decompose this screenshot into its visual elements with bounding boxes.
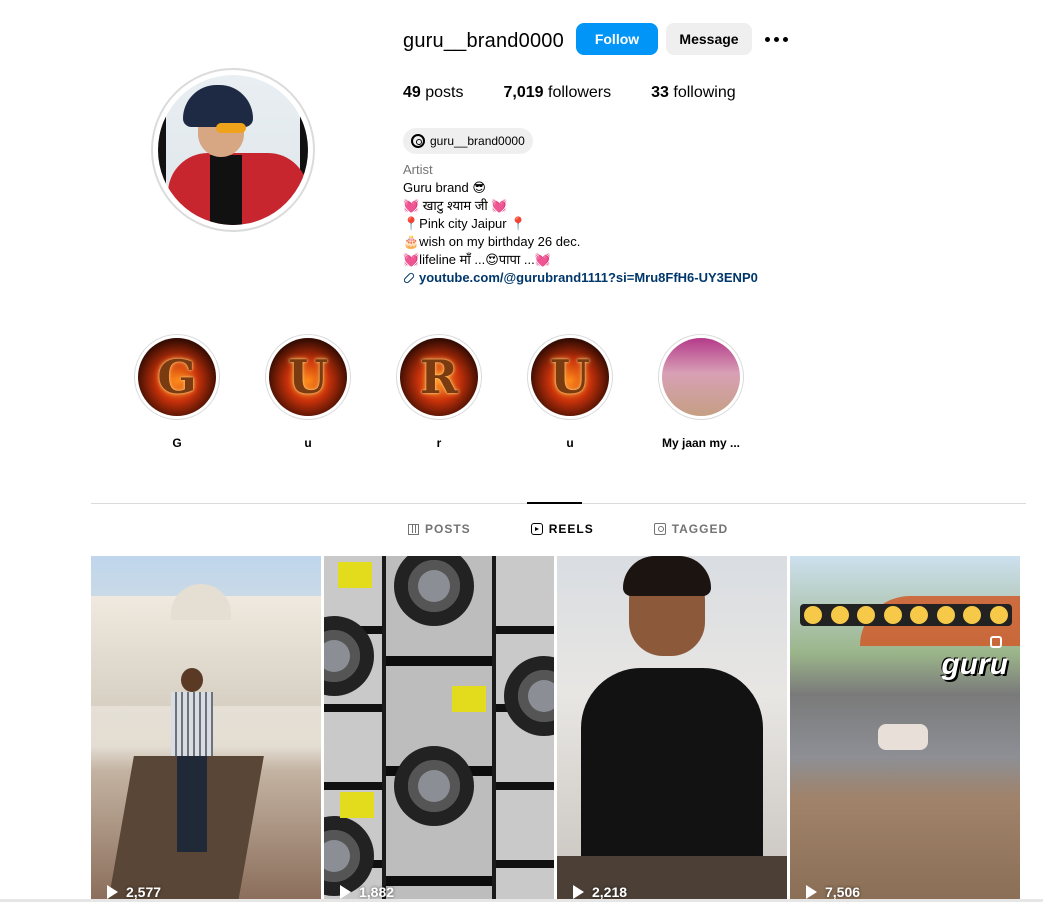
reel-overlay-text: guru xyxy=(941,648,1008,681)
follow-button[interactable]: Follow xyxy=(576,23,658,55)
highlight-cover: G xyxy=(138,338,216,416)
tab-reels[interactable]: REELS xyxy=(530,522,594,536)
highlight-cover: U xyxy=(269,338,347,416)
bio-line: Guru brand 😎 xyxy=(403,180,486,195)
profile-bio: Artist Guru brand 😎 💓 खाटु श्याम जी 💓 📍P… xyxy=(402,161,758,287)
highlight-cover xyxy=(662,338,740,416)
highlight-label: r xyxy=(436,436,442,450)
active-tab-indicator xyxy=(527,502,582,504)
threads-icon xyxy=(411,134,425,148)
posts-count: 49 posts xyxy=(403,84,464,101)
highlight-item[interactable]: R r xyxy=(393,334,485,450)
reel-view-count: 1,882 xyxy=(340,884,394,900)
highlight-item[interactable]: U u xyxy=(262,334,354,450)
tab-posts[interactable]: POSTS xyxy=(408,522,471,536)
tab-tagged[interactable]: TAGGED xyxy=(653,522,728,536)
avatar-image xyxy=(158,75,308,225)
profile-avatar[interactable] xyxy=(151,68,315,232)
emoji-banner xyxy=(800,604,1012,626)
bio-link[interactable]: youtube.com/@gurubrand1111?si=Mru8FfH6-U… xyxy=(402,269,758,287)
highlight-label: G xyxy=(172,436,182,450)
highlight-label: u xyxy=(304,436,312,450)
profile-username: guru__brand0000 xyxy=(403,30,564,52)
tagged-icon xyxy=(653,523,666,535)
play-icon xyxy=(806,885,817,899)
reel-thumbnail[interactable]: guru 7,506 xyxy=(790,556,1020,902)
story-highlights: G G U u R r U u My jaan my ... xyxy=(131,334,786,450)
play-icon xyxy=(340,885,351,899)
threads-badge[interactable]: guru__brand0000 xyxy=(403,128,533,154)
link-icon xyxy=(402,271,416,285)
reel-thumbnail[interactable]: 2,577 xyxy=(91,556,321,902)
reel-view-count: 2,218 xyxy=(573,884,627,900)
instagram-icon xyxy=(990,636,1002,648)
reel-view-count: 7,506 xyxy=(806,884,860,900)
bio-line: 💓lifeline माँ ...😍पापा ...💓 xyxy=(403,252,551,267)
reel-thumbnail[interactable]: 1,882 xyxy=(324,556,554,902)
reel-view-count: 2,577 xyxy=(107,884,161,900)
bio-line: 📍Pink city Jaipur 📍 xyxy=(403,216,527,231)
threads-handle: guru__brand0000 xyxy=(430,134,525,148)
highlight-item[interactable]: U u xyxy=(524,334,616,450)
highlight-label: My jaan my ... xyxy=(661,436,741,450)
bio-line: 💓 खाटु श्याम जी 💓 xyxy=(403,198,508,213)
highlight-label: u xyxy=(566,436,574,450)
play-icon xyxy=(107,885,118,899)
profile-tabs: POSTS REELS TAGGED xyxy=(408,522,728,536)
highlight-cover: U xyxy=(531,338,609,416)
reels-icon xyxy=(530,523,543,535)
following-count[interactable]: 33 following xyxy=(651,84,736,102)
message-button[interactable]: Message xyxy=(666,23,752,55)
highlight-item[interactable]: G G xyxy=(131,334,223,450)
play-icon xyxy=(573,885,584,899)
reels-grid: 2,577 1,882 2,218 guru 7,506 xyxy=(91,556,1020,902)
bio-category: Artist xyxy=(403,162,433,177)
grid-icon xyxy=(408,523,419,535)
bio-line: 🎂wish on my birthday 26 dec. xyxy=(403,234,581,249)
reel-thumbnail[interactable]: 2,218 xyxy=(557,556,787,902)
more-options-icon[interactable] xyxy=(762,26,790,52)
followers-count[interactable]: 7,019 followers xyxy=(504,84,612,102)
profile-stats: 49 posts 7,019 followers 33 following xyxy=(403,84,776,102)
highlight-cover: R xyxy=(400,338,478,416)
highlight-item[interactable]: My jaan my ... xyxy=(655,334,747,450)
